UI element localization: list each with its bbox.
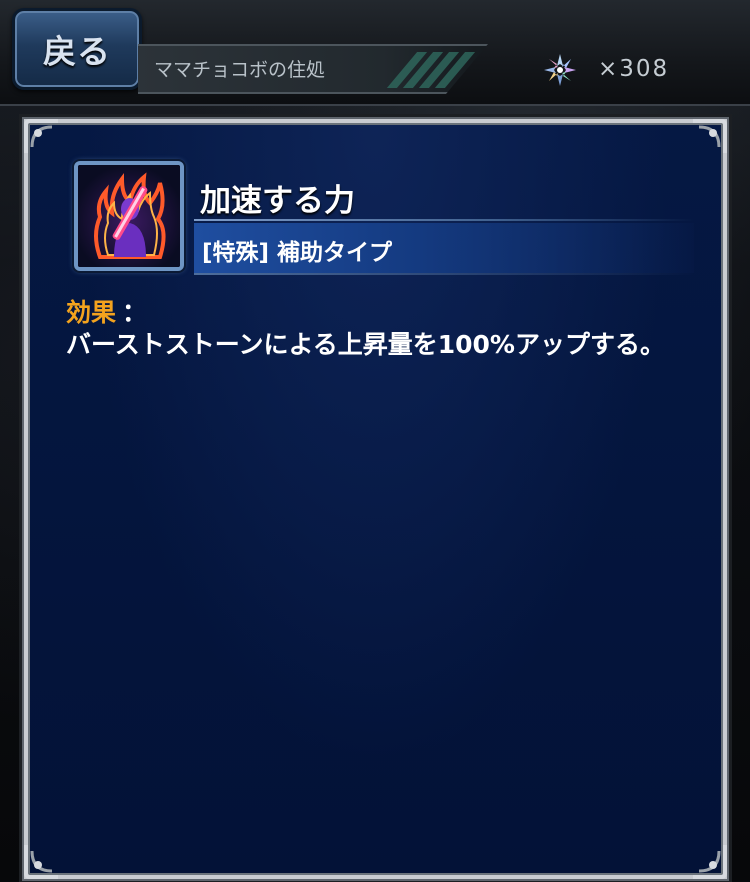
back-button-label: 戻る [43,32,111,71]
corner-ornament-icon [22,117,62,157]
name-divider [194,219,694,221]
burning-sword-figure-icon [74,161,184,271]
crystal-icon [542,52,578,88]
header-bar: 戻る ママチョコボの住処 ×308 [0,0,750,106]
ability-type-band: [特殊] 補助タイプ [194,223,694,273]
location-label: ママチョコボの住処 [154,59,326,81]
effect-heading: 効果： [66,293,147,329]
location-stripes-decoration [386,52,492,88]
corner-ornament-icon [689,841,729,881]
effect-heading-colon: ： [122,298,148,327]
corner-ornament-icon [22,841,62,881]
crystal-count: ×308 [598,56,670,82]
type-divider [194,273,694,275]
back-button[interactable]: 戻る [12,8,142,90]
effect-description: バーストストーンによる上昇量を100%アップする。 [66,330,665,359]
ability-detail-panel: 加速する力 [特殊] 補助タイプ 効果： バーストストーンによる上昇量を100%… [22,117,729,881]
ability-type-label: [特殊] 補助タイプ [202,240,393,266]
ability-name: 加速する力 [200,183,355,219]
effect-heading-label: 効果 [66,298,117,327]
corner-ornament-icon [689,117,729,157]
